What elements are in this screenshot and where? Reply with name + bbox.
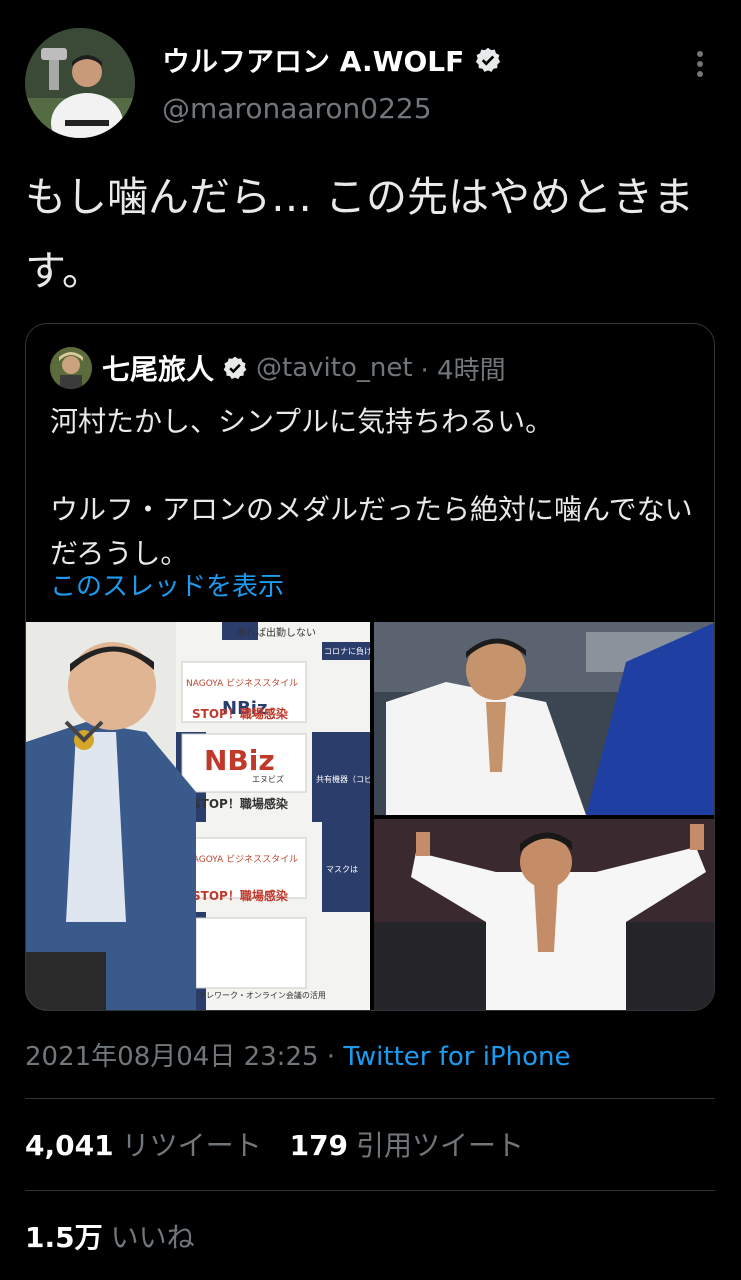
verified-icon: [223, 356, 247, 380]
quoted-text: 河村たかし、シンプルに気持ちわるい。 ウルフ・アロンのメダルだったら絶対に噛んで…: [50, 400, 700, 576]
engagement-stats: 4,041 リツイート 179 引用ツイート: [25, 1124, 552, 1164]
quote-count[interactable]: 179: [290, 1129, 348, 1162]
quote-label[interactable]: 引用ツイート: [356, 1129, 524, 1162]
poster-mask: マスクは: [326, 865, 358, 874]
tweet-timestamp[interactable]: 2021年08月04日 23:25: [25, 1042, 319, 1072]
tweet-meta: 2021年08月04日 23:25 · Twitter for iPhone: [25, 1036, 571, 1073]
tweet-text: もし噛んだら… この先はやめときます。: [25, 173, 695, 295]
quoted-display-name[interactable]: 七尾旅人: [102, 348, 214, 388]
quoted-author-avatar[interactable]: [50, 347, 92, 389]
quoted-tweet-card[interactable]: 七尾旅人 @tavito_net · 4時間 河村たかし、シンプルに気持ちわるい…: [25, 323, 715, 1011]
quoted-text-line1: 河村たかし、シンプルに気持ちわるい。: [50, 405, 554, 438]
media-image-bottom-right[interactable]: [374, 819, 715, 1011]
poster-text-nagoya-2: NAGOYA ビジネススタイル: [186, 854, 298, 865]
more-options-icon[interactable]: [680, 44, 720, 84]
poster-brand-2: NBiz: [204, 744, 275, 777]
quoted-text-line2: ウルフ・アロンのメダルだったら絶対に噛んでないだろうし。: [50, 493, 693, 570]
like-count[interactable]: 1.5万: [25, 1221, 103, 1254]
quoted-time: · 4時間: [420, 355, 506, 386]
show-thread-link[interactable]: このスレッドを表示: [50, 566, 284, 603]
tweet-source[interactable]: Twitter for iPhone: [343, 1042, 570, 1072]
media-image-top-right[interactable]: [374, 622, 715, 815]
like-label[interactable]: いいね: [111, 1221, 195, 1254]
media-image-left[interactable]: あれば出勤しない NAGOYA ビジネススタイル NBiz STOP！職場感染 …: [26, 622, 396, 1011]
poster-text-nagoya: NAGOYA ビジネススタイル: [186, 678, 298, 689]
divider: [25, 1098, 715, 1099]
author-display-name[interactable]: ウルフアロン A.WOLF: [162, 40, 464, 80]
divider: [25, 1190, 715, 1191]
meta-separator: ·: [318, 1042, 344, 1072]
retweet-label[interactable]: リツイート: [122, 1129, 262, 1162]
quoted-header: 七尾旅人 @tavito_net · 4時間: [102, 346, 506, 390]
poster-text-top: あれば出勤しない: [236, 626, 316, 639]
quoted-media-grid: あれば出勤しない NAGOYA ビジネススタイル NBiz STOP！職場感染 …: [26, 622, 715, 1011]
author-avatar[interactable]: [25, 28, 135, 138]
verified-icon: [475, 47, 501, 72]
author-handle[interactable]: @maronaaron0225: [162, 92, 432, 125]
retweet-count[interactable]: 4,041: [25, 1129, 114, 1162]
poster-telework: テレワーク・オンライン会議の活用: [198, 990, 326, 1000]
poster-stop-3: STOP！職場感染: [192, 888, 289, 903]
quoted-handle[interactable]: @tavito_net: [256, 353, 413, 383]
poster-brand-sub: エヌビズ: [252, 774, 284, 784]
poster-stop-1: STOP！職場感染: [192, 706, 289, 721]
poster-stop-2: STOP！職場感染: [192, 796, 289, 811]
like-stats: 1.5万 いいね: [25, 1216, 195, 1256]
author-name-row: ウルフアロン A.WOLF: [162, 40, 502, 80]
